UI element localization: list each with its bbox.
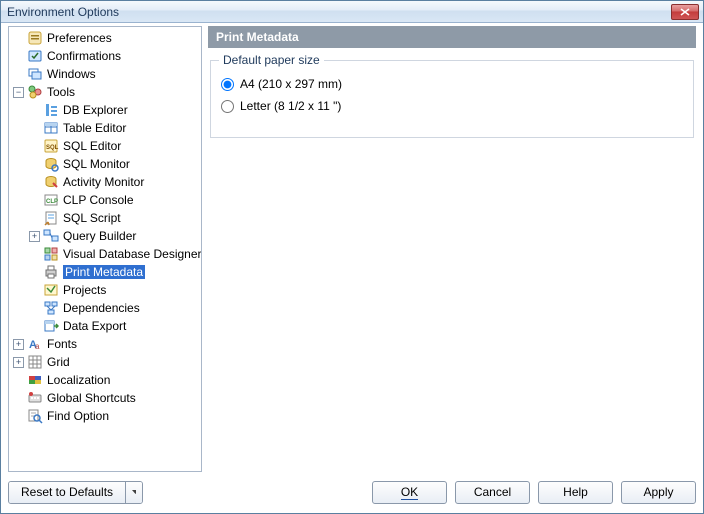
tree-activity-monitor[interactable]: Activity Monitor bbox=[29, 173, 201, 191]
global-shortcuts-icon bbox=[27, 390, 43, 406]
projects-icon bbox=[43, 282, 59, 298]
tree-clp-console[interactable]: CLPCLP Console bbox=[29, 191, 201, 209]
activity-monitor-icon bbox=[43, 174, 59, 190]
tree-projects[interactable]: Projects bbox=[29, 281, 201, 299]
window-title: Environment Options bbox=[5, 5, 671, 19]
tree-windows[interactable]: Windows bbox=[13, 65, 201, 83]
sql-editor-icon: SQL bbox=[43, 138, 59, 154]
printer-icon bbox=[43, 264, 59, 280]
expand-icon[interactable]: + bbox=[13, 339, 24, 350]
svg-text:a: a bbox=[35, 342, 40, 351]
radio-letter[interactable]: Letter (8 1/2 x 11 ") bbox=[221, 95, 683, 117]
help-button[interactable]: Help bbox=[538, 481, 613, 504]
radio-letter-input[interactable] bbox=[221, 100, 234, 113]
reset-dropdown[interactable] bbox=[126, 482, 142, 503]
sql-monitor-icon bbox=[43, 156, 59, 172]
ok-button[interactable]: OK bbox=[372, 481, 447, 504]
group-title: Default paper size bbox=[219, 53, 324, 67]
grid-icon bbox=[27, 354, 43, 370]
tree-sql-monitor[interactable]: SQL Monitor bbox=[29, 155, 201, 173]
section-header: Print Metadata bbox=[208, 26, 696, 48]
radio-a4[interactable]: A4 (210 x 297 mm) bbox=[221, 73, 683, 95]
tools-icon bbox=[27, 84, 43, 100]
tree-find-option[interactable]: Find Option bbox=[13, 407, 201, 425]
paper-size-group: Default paper size A4 (210 x 297 mm) Let… bbox=[210, 60, 694, 138]
tree-query-builder[interactable]: +Query Builder bbox=[29, 227, 201, 245]
table-editor-icon bbox=[43, 120, 59, 136]
tree-global-shortcuts[interactable]: Global Shortcuts bbox=[13, 389, 201, 407]
svg-text:SQL: SQL bbox=[46, 145, 59, 151]
sql-script-icon bbox=[43, 210, 59, 226]
dependencies-icon bbox=[43, 300, 59, 316]
tree-fonts[interactable]: +AaFonts bbox=[13, 335, 201, 353]
close-icon bbox=[680, 8, 690, 16]
collapse-icon[interactable]: − bbox=[13, 87, 24, 98]
windows-icon bbox=[27, 66, 43, 82]
tree-visual-db-designer[interactable]: Visual Database Designer bbox=[29, 245, 201, 263]
tree-db-explorer[interactable]: DB Explorer bbox=[29, 101, 201, 119]
tree-sql-editor[interactable]: SQLSQL Editor bbox=[29, 137, 201, 155]
close-button[interactable] bbox=[671, 4, 699, 20]
footer: Reset to Defaults OK Cancel Help Apply bbox=[8, 478, 696, 506]
tree-preferences[interactable]: Preferences bbox=[13, 29, 201, 47]
expand-icon[interactable]: + bbox=[13, 357, 24, 368]
expand-icon[interactable]: + bbox=[29, 231, 40, 242]
radio-letter-label: Letter (8 1/2 x 11 ") bbox=[240, 99, 341, 113]
preferences-icon bbox=[27, 30, 43, 46]
confirmations-icon bbox=[27, 48, 43, 64]
apply-button[interactable]: Apply bbox=[621, 481, 696, 504]
visual-db-designer-icon bbox=[43, 246, 59, 262]
reset-main[interactable]: Reset to Defaults bbox=[9, 482, 126, 503]
query-builder-icon bbox=[43, 228, 59, 244]
fonts-icon: Aa bbox=[27, 336, 43, 352]
tree-grid[interactable]: +Grid bbox=[13, 353, 201, 371]
tree-print-metadata[interactable]: Print Metadata bbox=[29, 263, 201, 281]
tree-dependencies[interactable]: Dependencies bbox=[29, 299, 201, 317]
nav-tree[interactable]: Preferences Confirmations Windows −Tools… bbox=[8, 26, 202, 472]
db-explorer-icon bbox=[43, 102, 59, 118]
radio-a4-input[interactable] bbox=[221, 78, 234, 91]
tree-confirmations[interactable]: Confirmations bbox=[13, 47, 201, 65]
tree-localization[interactable]: Localization bbox=[13, 371, 201, 389]
tree-sql-script[interactable]: SQL Script bbox=[29, 209, 201, 227]
cancel-button[interactable]: Cancel bbox=[455, 481, 530, 504]
find-option-icon bbox=[27, 408, 43, 424]
data-export-icon bbox=[43, 318, 59, 334]
clp-console-icon: CLP bbox=[43, 192, 59, 208]
svg-text:CLP: CLP bbox=[46, 199, 58, 205]
tree-data-export[interactable]: Data Export bbox=[29, 317, 201, 335]
tree-tools[interactable]: −Tools bbox=[13, 83, 201, 101]
localization-icon bbox=[27, 372, 43, 388]
radio-a4-label: A4 (210 x 297 mm) bbox=[240, 77, 342, 91]
tree-table-editor[interactable]: Table Editor bbox=[29, 119, 201, 137]
reset-to-defaults-button[interactable]: Reset to Defaults bbox=[8, 481, 143, 504]
chevron-down-icon bbox=[132, 490, 136, 494]
titlebar: Environment Options bbox=[1, 1, 703, 23]
